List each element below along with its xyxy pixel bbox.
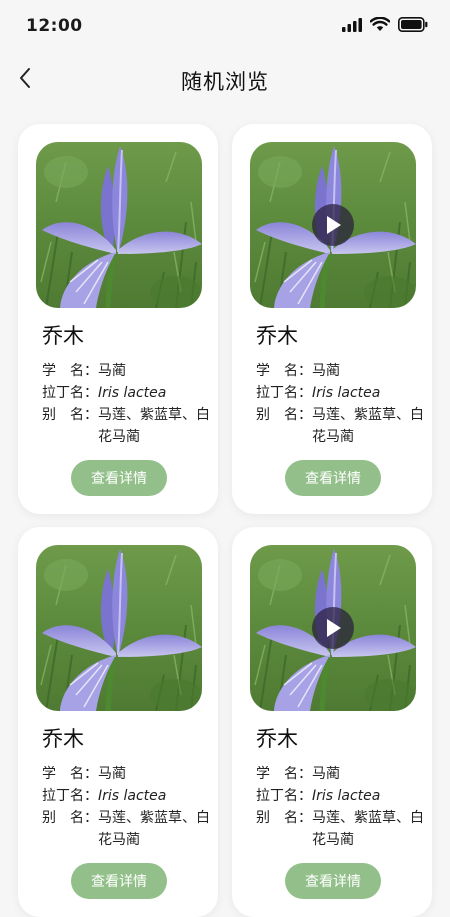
status-icons <box>342 16 428 36</box>
scientific-name-label: 学 名： <box>42 766 98 782</box>
view-details-button[interactable]: 查看详情 <box>71 863 167 899</box>
latin-name-label: 拉丁名： <box>42 385 98 401</box>
view-details-button[interactable]: 查看详情 <box>285 460 381 496</box>
plant-card[interactable]: 乔木 学 名： 马蔺 拉丁名： Iris lactea 别 名： 马莲、紫蓝草、白花马… <box>232 124 432 514</box>
plant-card[interactable]: 乔木 学 名： 马蔺 拉丁名： Iris lactea 别 名： 马莲、紫蓝草、白花马… <box>232 527 432 917</box>
card-title: 乔木 <box>42 727 84 751</box>
scientific-name-label: 学 名： <box>256 766 312 782</box>
alias-label: 别 名： <box>42 407 98 423</box>
scientific-name-value: 马蔺 <box>98 766 126 782</box>
plant-info: 学 名： 马蔺 拉丁名： Iris lactea 别 名： 马莲、紫蓝草、白花马蔺 <box>42 763 212 851</box>
nav-bar: 随机浏览 <box>0 52 450 108</box>
wifi-icon <box>369 16 391 36</box>
status-bar: 12:00 <box>0 0 450 52</box>
latin-name-label: 拉丁名： <box>42 788 98 804</box>
plant-info: 学 名： 马蔺 拉丁名： Iris lactea 别 名： 马莲、紫蓝草、白花马蔺 <box>256 360 426 448</box>
latin-name-value: Iris lactea <box>98 788 167 804</box>
alias-value: 马莲、紫蓝草、白花马蔺 <box>98 810 210 848</box>
battery-icon <box>398 17 428 36</box>
latin-name-value: Iris lactea <box>312 385 381 401</box>
latin-name-label: 拉丁名： <box>256 385 312 401</box>
alias-label: 别 名： <box>256 407 312 423</box>
play-icon[interactable] <box>312 607 354 649</box>
plant-card[interactable]: 乔木 学 名： 马蔺 拉丁名： Iris lactea 别 名： 马莲、紫蓝草、白花马… <box>18 124 218 514</box>
plant-image[interactable] <box>36 545 202 711</box>
latin-name-value: Iris lactea <box>312 788 381 804</box>
plant-video-thumbnail[interactable] <box>250 142 416 308</box>
scientific-name-label: 学 名： <box>256 363 312 379</box>
alias-value: 马莲、紫蓝草、白花马蔺 <box>312 407 424 445</box>
scientific-name-value: 马蔺 <box>312 766 340 782</box>
plant-video-thumbnail[interactable] <box>250 545 416 711</box>
card-title: 乔木 <box>256 727 298 751</box>
view-details-button[interactable]: 查看详情 <box>285 863 381 899</box>
card-title: 乔木 <box>256 324 298 348</box>
scientific-name-value: 马蔺 <box>312 363 340 379</box>
latin-name-value: Iris lactea <box>98 385 167 401</box>
plant-card[interactable]: 乔木 学 名： 马蔺 拉丁名： Iris lactea 别 名： 马莲、紫蓝草、白花马… <box>18 527 218 917</box>
alias-value: 马莲、紫蓝草、白花马蔺 <box>98 407 210 445</box>
alias-value: 马莲、紫蓝草、白花马蔺 <box>312 810 424 848</box>
scientific-name-value: 马蔺 <box>98 363 126 379</box>
view-details-button[interactable]: 查看详情 <box>71 460 167 496</box>
scientific-name-label: 学 名： <box>42 363 98 379</box>
alias-label: 别 名： <box>256 810 312 826</box>
status-time: 12:00 <box>26 16 83 36</box>
latin-name-label: 拉丁名： <box>256 788 312 804</box>
plant-info: 学 名： 马蔺 拉丁名： Iris lactea 别 名： 马莲、紫蓝草、白花马蔺 <box>42 360 212 448</box>
card-title: 乔木 <box>42 324 84 348</box>
plant-info: 学 名： 马蔺 拉丁名： Iris lactea 别 名： 马莲、紫蓝草、白花马蔺 <box>256 763 426 851</box>
signal-icon <box>342 17 362 36</box>
play-icon[interactable] <box>312 204 354 246</box>
page-title: 随机浏览 <box>181 70 269 94</box>
alias-label: 别 名： <box>42 810 98 826</box>
plant-image[interactable] <box>36 142 202 308</box>
